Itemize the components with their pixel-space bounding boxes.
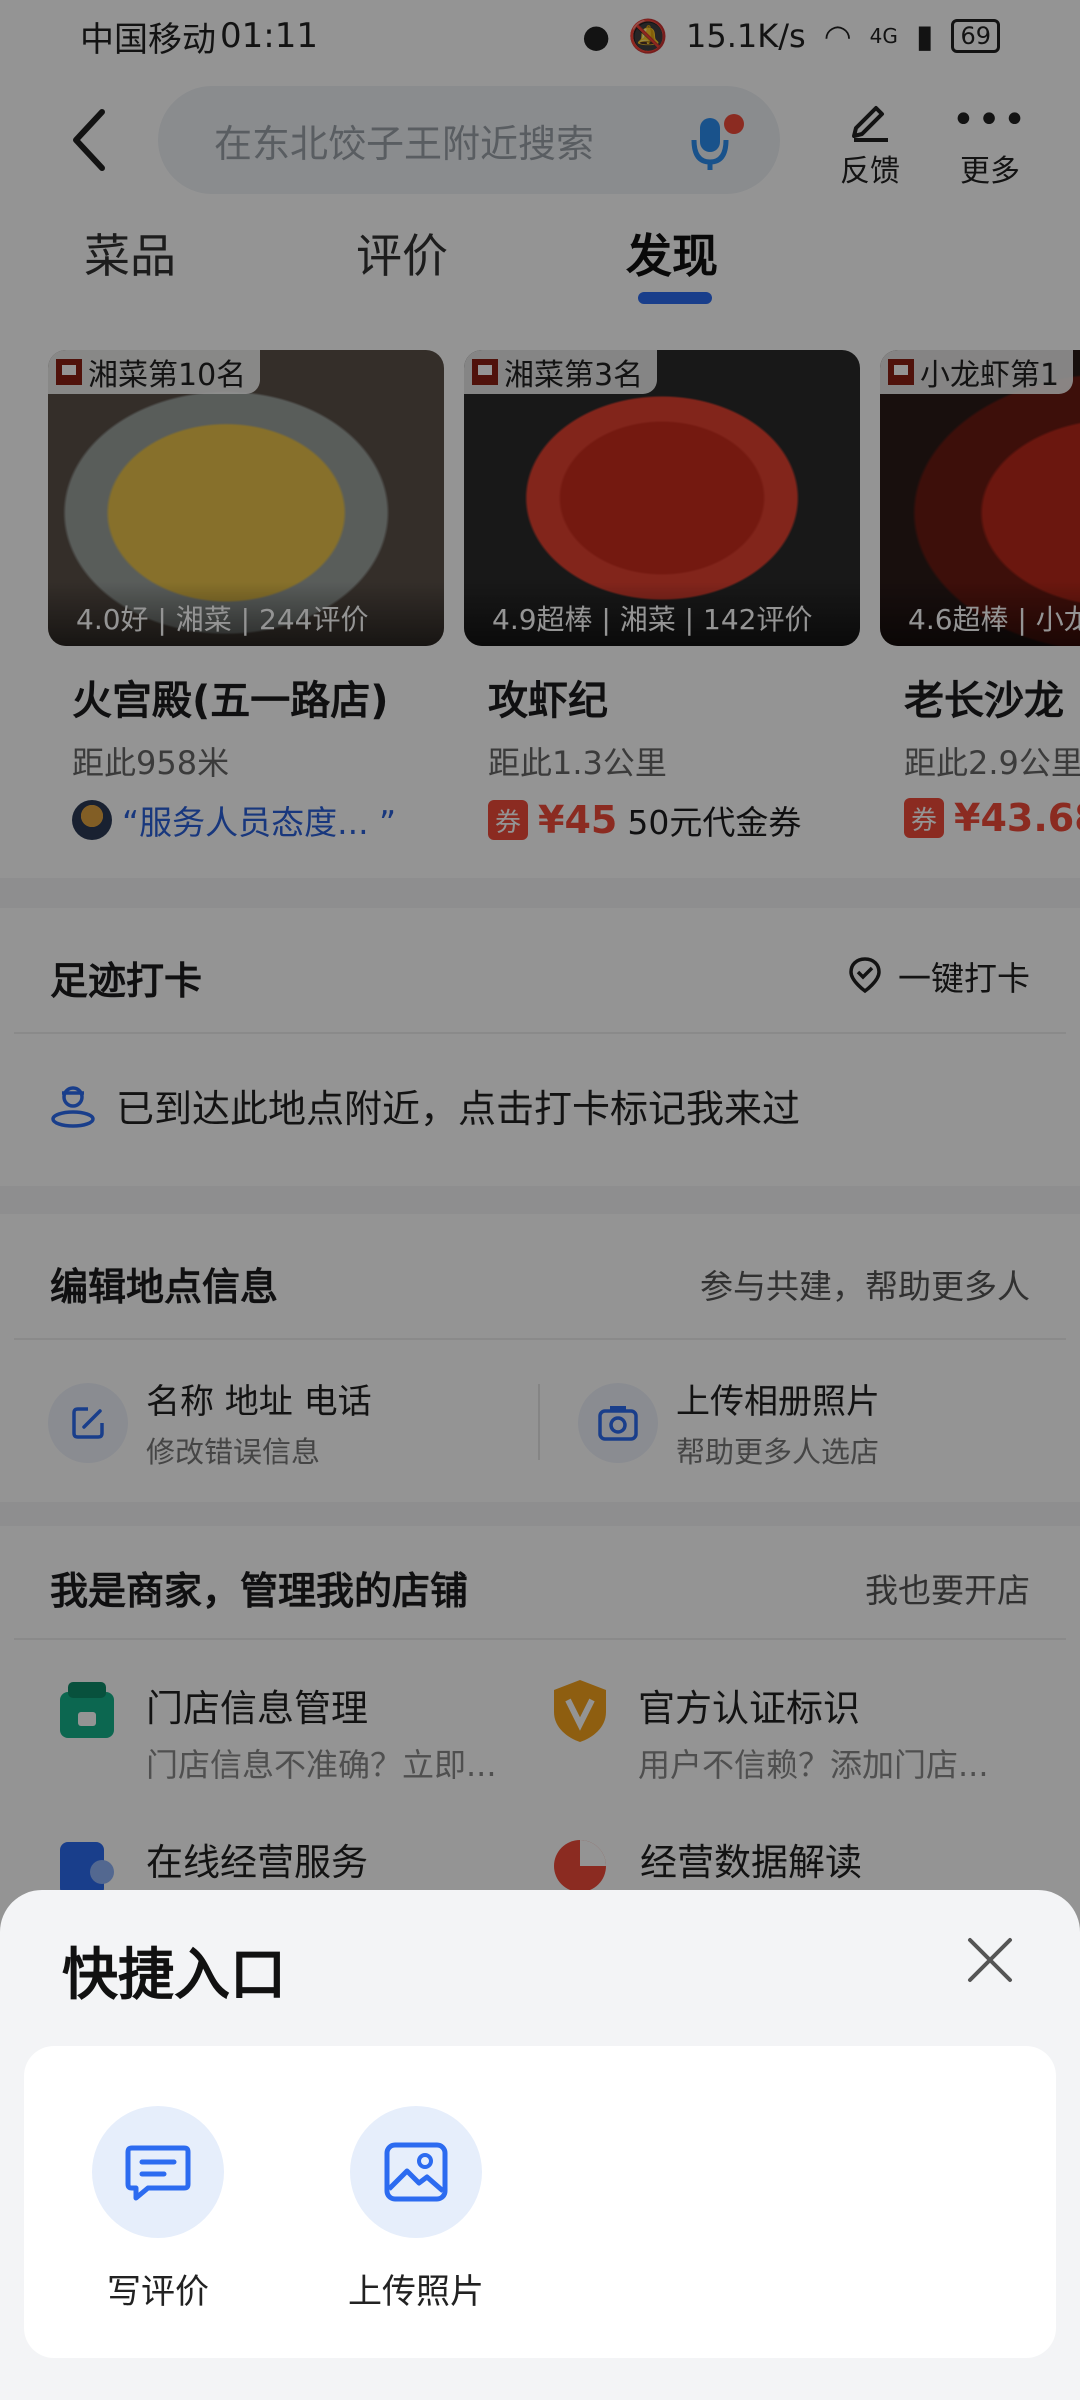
sheet-title: 快捷入口 <box>62 1943 286 2008</box>
image-icon <box>384 2142 448 2202</box>
quick-actions-panel: 写评价 上传照片 <box>24 2046 1056 2358</box>
write-review-button[interactable]: 写评价 <box>78 2106 238 2313</box>
upload-photo-button[interactable]: 上传照片 <box>336 2106 496 2313</box>
close-icon[interactable] <box>960 1930 1020 1990</box>
review-message-icon <box>125 2145 191 2201</box>
quick-entry-sheet: 快捷入口 写评价 上传照片 <box>0 1890 1080 2400</box>
